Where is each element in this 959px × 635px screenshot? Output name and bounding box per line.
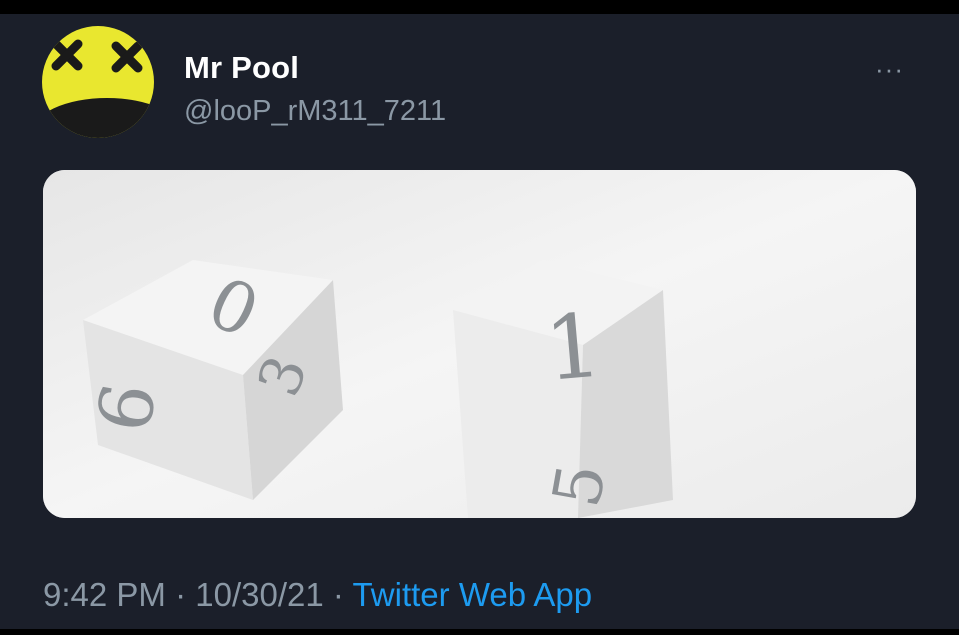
right-die: 1 5 [453, 260, 673, 518]
tweet-metadata: 9:42 PM · 10/30/21 · Twitter Web App [43, 576, 592, 614]
tweet-source-link[interactable]: Twitter Web App [352, 576, 592, 613]
user-handle[interactable]: @looP_rM311_7211 [184, 95, 446, 128]
meta-separator: · [175, 576, 187, 613]
more-options-icon[interactable]: ··· [875, 54, 904, 85]
avatar-x-eyes-icon [51, 39, 143, 73]
display-name[interactable]: Mr Pool [184, 50, 299, 86]
tweet-card[interactable]: Mr Pool @looP_rM311_7211 ··· 0 6 3 1 5 9… [0, 14, 959, 629]
meta-separator: · [332, 576, 344, 613]
tweet-date[interactable]: 10/30/21 [195, 576, 323, 613]
screenshot-frame: Mr Pool @looP_rM311_7211 ··· 0 6 3 1 5 9… [0, 0, 959, 635]
avatar[interactable] [42, 26, 154, 138]
tweet-time[interactable]: 9:42 PM [43, 576, 166, 613]
tweet-image[interactable]: 0 6 3 1 5 [43, 170, 916, 518]
right-die-top-number: 1 [541, 293, 606, 400]
dice-photo: 0 6 3 1 5 [43, 170, 916, 518]
